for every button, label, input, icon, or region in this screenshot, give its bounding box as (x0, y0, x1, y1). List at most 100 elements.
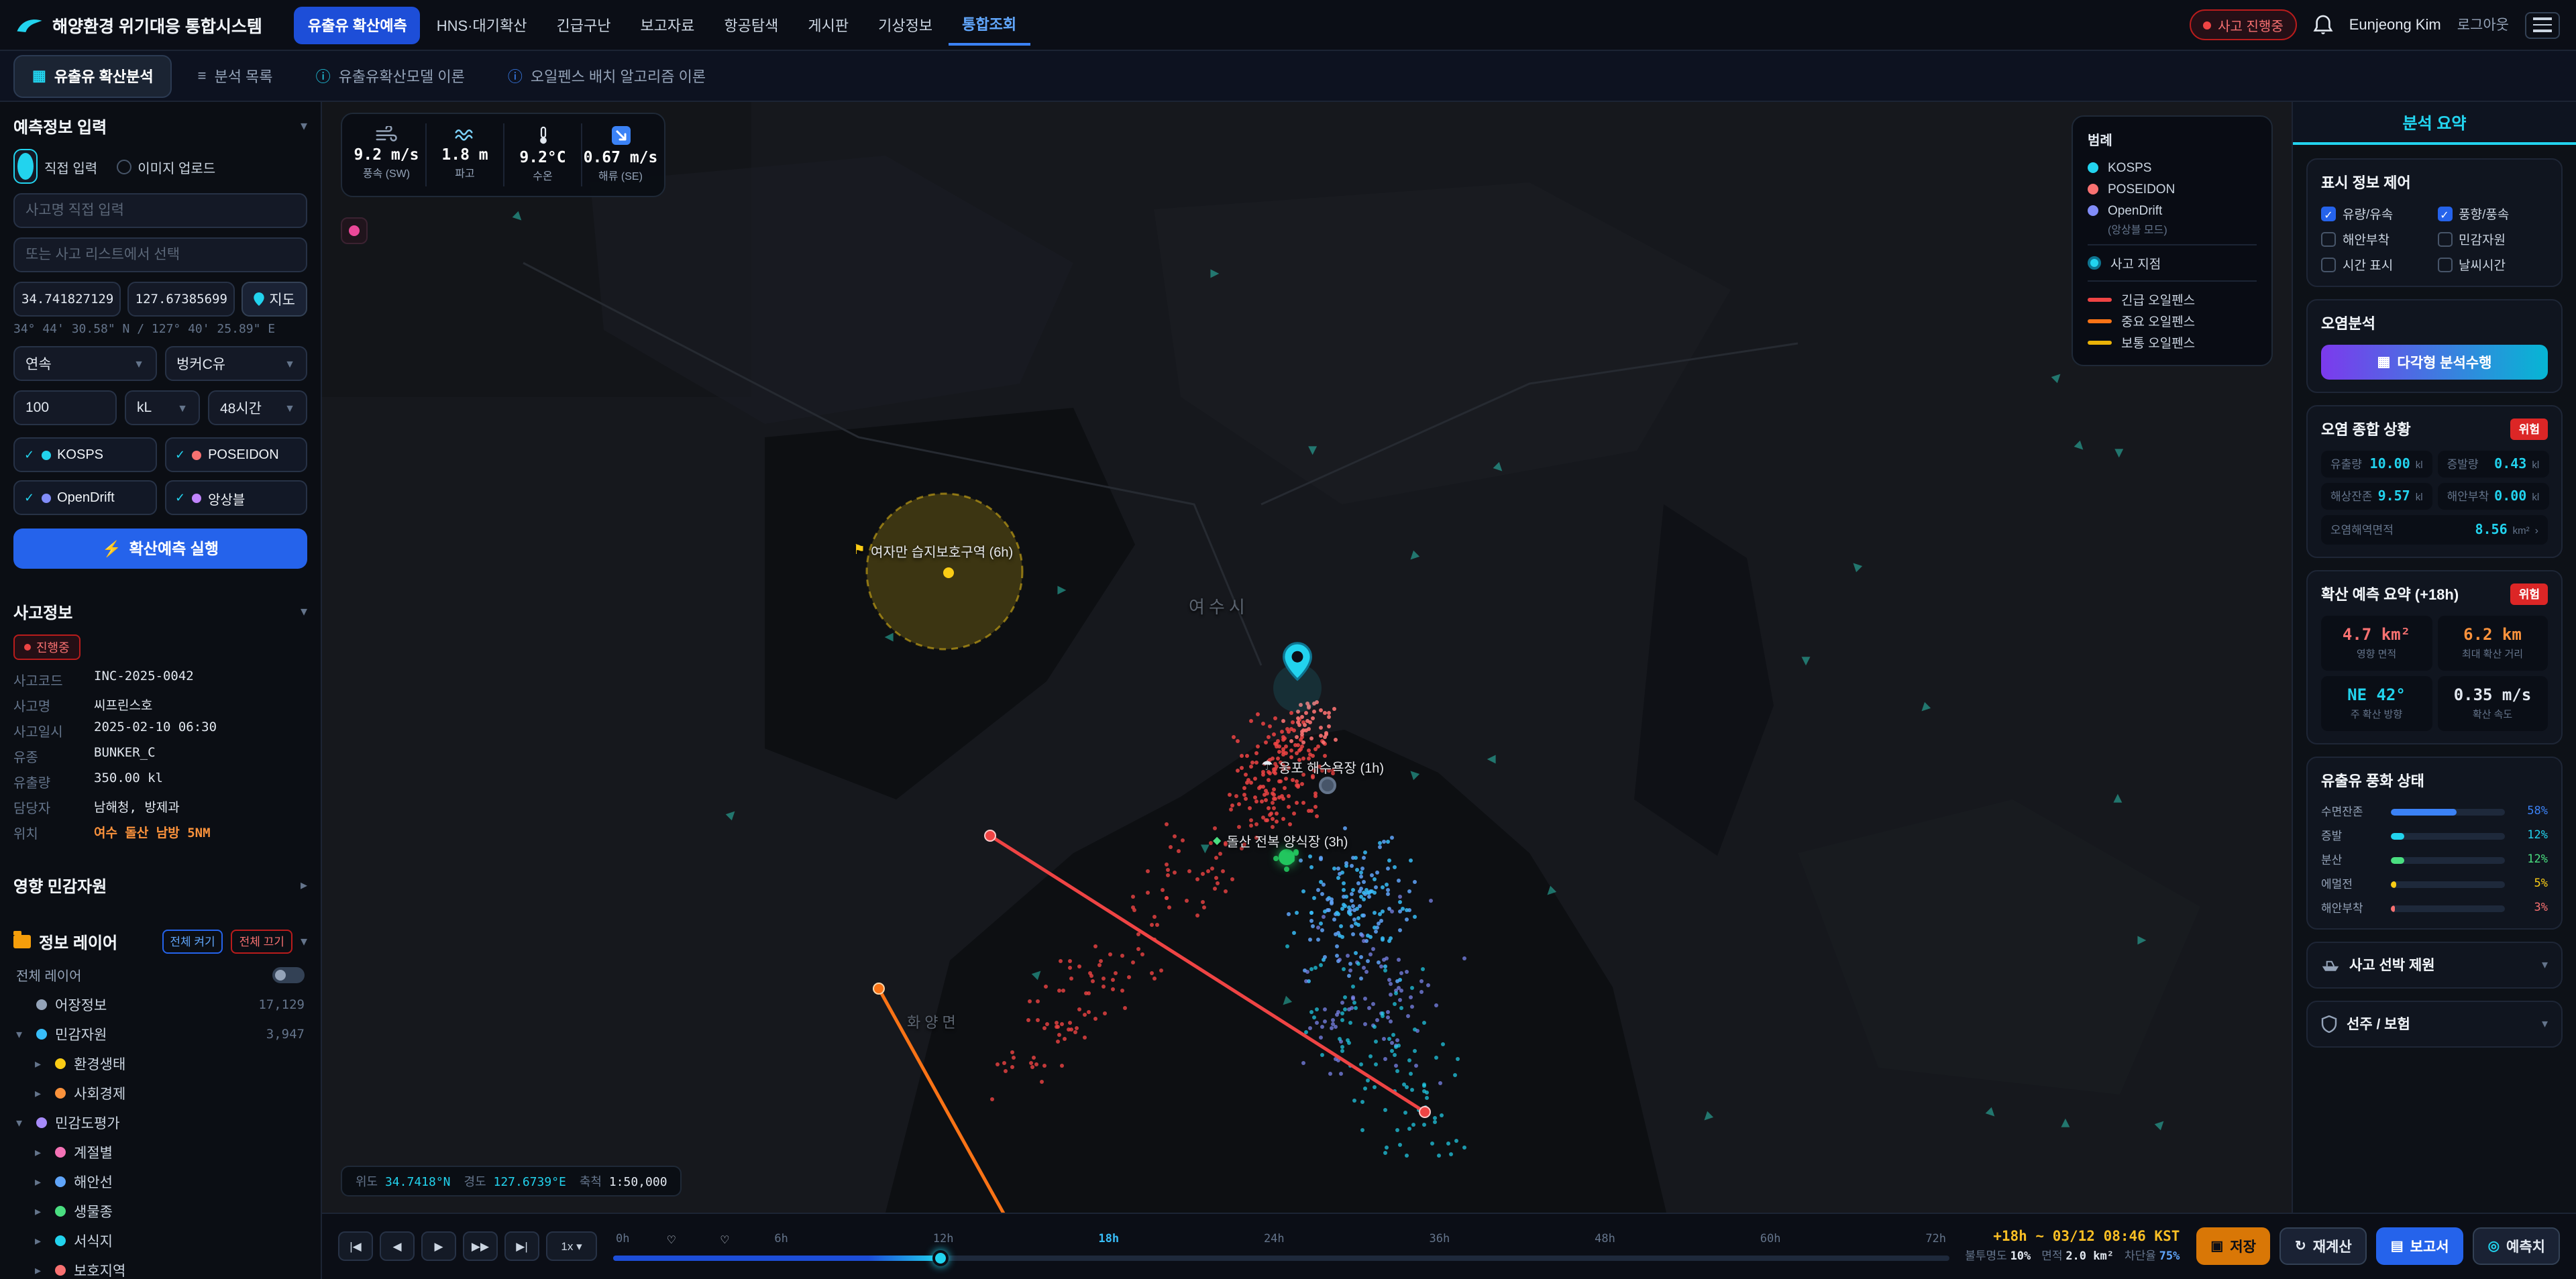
model-toggle-chip[interactable]: ✓ KOSPS (13, 437, 156, 472)
radio-image-upload[interactable]: 이미지 업로드 (116, 149, 215, 184)
chevron-icon[interactable]: ▸ (35, 1056, 47, 1071)
model-toggle-chip[interactable]: ✓ POSEIDON (164, 437, 307, 472)
timeline-tick[interactable]: 48h (1595, 1233, 1615, 1246)
collapse-chevron-icon[interactable]: ▾ (301, 119, 307, 134)
chevron-icon[interactable]: ▸ (35, 1233, 47, 1248)
collapse-chevron-icon[interactable]: ▾ (301, 934, 307, 949)
layer-item[interactable]: ▸ 생물종 (13, 1197, 307, 1226)
pick-on-map-button[interactable]: 지도 (241, 282, 307, 317)
skip-start-button[interactable]: |◀ (338, 1231, 373, 1261)
farm-label[interactable]: ◆ 돌산 전복 양식장 (3h) (1213, 830, 1348, 850)
speed-select[interactable]: 1x ▾ (546, 1231, 597, 1261)
longitude-input[interactable] (127, 282, 235, 317)
prediction-button[interactable]: ◎예측치 (2473, 1227, 2560, 1265)
user-name[interactable]: Eunjeong Kim (2349, 17, 2441, 33)
layer-item[interactable]: ▸ 환경생태 (13, 1049, 307, 1078)
checkbox[interactable] (2321, 257, 2336, 272)
checkbox[interactable] (2437, 206, 2452, 221)
display-option[interactable]: 유량/유속 (2321, 204, 2432, 223)
polygon-analysis-button[interactable]: ▦다각형 분석수행 (2321, 345, 2548, 380)
chevron-icon[interactable]: ▸ (35, 1145, 47, 1160)
tab-item[interactable]: ▦ 유출유 확산분석 (13, 54, 172, 97)
tab-item[interactable]: ⓘ 유출유확산모델 이론 (299, 56, 482, 96)
timeline-tick[interactable]: 60h (1760, 1233, 1781, 1246)
layer-item[interactable]: 어장정보 17,129 (13, 990, 307, 1019)
model-toggle-chip[interactable]: ✓ OpenDrift (13, 480, 156, 515)
collapse-chevron-icon[interactable]: ▾ (2542, 958, 2548, 972)
skip-end-button[interactable]: ▶| (504, 1231, 539, 1261)
chevron-icon[interactable]: ▾ (16, 1027, 28, 1042)
unit-select[interactable]: kL▼ (125, 390, 200, 425)
display-option[interactable]: 시간 표시 (2321, 255, 2432, 274)
slider-thumb[interactable] (932, 1250, 949, 1266)
owner-insurance-card[interactable]: 선주 / 보험 ▾ (2306, 1001, 2563, 1048)
menu-item[interactable]: 항공탐색 (710, 6, 792, 44)
display-option[interactable]: 민감자원 (2437, 229, 2548, 248)
fast-forward-button[interactable]: ▶▶ (463, 1231, 498, 1261)
layer-item[interactable]: ▾ 민감자원 3,947 (13, 1019, 307, 1049)
collapse-chevron-icon[interactable]: ▾ (2542, 1017, 2548, 1032)
chevron-icon[interactable]: ▸ (35, 1174, 47, 1189)
protected-area-label[interactable]: ⚑ 여자만 습지보호구역 (6h) (853, 541, 1013, 561)
tab-analysis-summary[interactable]: 분석 요약 (2293, 102, 2576, 145)
farm-point-marker[interactable] (1279, 849, 1295, 865)
layer-item[interactable]: ▸ 해안선 (13, 1167, 307, 1197)
beach-label[interactable]: ☂ 웅포 해수욕장 (1h) (1261, 757, 1384, 777)
radio-direct-input[interactable]: 직접 입력 (13, 149, 97, 184)
hamburger-menu-icon[interactable] (2525, 11, 2560, 38)
menu-item[interactable]: HNS·대기확산 (423, 6, 541, 44)
master-layer-toggle[interactable] (272, 966, 305, 983)
latitude-input[interactable] (13, 282, 121, 317)
layer-item[interactable]: ▸ 사회경제 (13, 1078, 307, 1108)
chevron-icon[interactable]: ▾ (16, 1115, 28, 1130)
duration-select[interactable]: 48시간▼ (208, 390, 307, 425)
pollution-area-row[interactable]: 오염해역면적 8.56 km² › (2321, 515, 2548, 545)
timeline-slider[interactable]: ♡ ♡ (613, 1252, 1949, 1265)
layer-item[interactable]: ▾ 민감도평가 (13, 1108, 307, 1137)
timeline-tick[interactable]: 0h (616, 1233, 630, 1246)
timeline-tick[interactable]: 18h (1098, 1233, 1119, 1246)
collapse-chevron-icon[interactable]: ▾ (301, 605, 307, 620)
all-layers-on-button[interactable]: 전체 켜기 (162, 930, 223, 954)
affected-resources-section[interactable]: 영향 민감자원 ▸ (13, 875, 307, 897)
menu-item[interactable]: 긴급구난 (543, 6, 624, 44)
tab-item[interactable]: ≡ 분석 목록 (180, 56, 290, 96)
save-button[interactable]: ▣저장 (2196, 1227, 2271, 1265)
map-tool-button[interactable] (341, 217, 368, 244)
map-canvas[interactable]: ▼▼▼▼▼▼▼▼▼▼▼▼▼▼▼▼▼▼▼▼▼▼▼▼▼▼ ⚑ 여자만 습지보호구역 … (322, 102, 2292, 1212)
timeline-tick[interactable]: 36h (1430, 1233, 1450, 1246)
timeline-tick[interactable]: 12h (933, 1233, 954, 1246)
logout-button[interactable]: 로그아웃 (2457, 15, 2509, 35)
incident-location-pin[interactable] (1283, 641, 1312, 688)
event-marker-icon[interactable]: ♡ (720, 1234, 729, 1246)
timeline-tick[interactable]: 6h (774, 1233, 788, 1246)
amount-input[interactable] (13, 390, 117, 425)
model-toggle-chip[interactable]: ✓ 앙상블 (164, 480, 307, 515)
incident-list-input[interactable] (13, 237, 307, 272)
spill-type-select[interactable]: 연속▼ (13, 346, 156, 381)
display-option[interactable]: 해안부착 (2321, 229, 2432, 248)
beach-point-marker[interactable] (1319, 777, 1336, 794)
menu-item[interactable]: 보고자료 (627, 6, 708, 44)
chevron-icon[interactable]: ▸ (35, 1086, 47, 1101)
run-prediction-button[interactable]: ⚡확산예측 실행 (13, 529, 307, 569)
incident-name-input[interactable] (13, 193, 307, 228)
checkbox[interactable] (2321, 231, 2336, 246)
collapse-chevron-icon[interactable]: ▸ (301, 879, 307, 893)
chevron-icon[interactable]: ▸ (35, 1263, 47, 1278)
bell-icon[interactable] (2313, 14, 2333, 36)
checkbox[interactable] (2321, 206, 2336, 221)
menu-item[interactable]: 통합조회 (949, 5, 1030, 45)
display-option[interactable]: 풍향/풍속 (2437, 204, 2548, 223)
menu-item[interactable]: 기상정보 (865, 6, 946, 44)
recalculate-button[interactable]: ↻재계산 (2280, 1227, 2367, 1265)
event-marker-icon[interactable]: ♡ (667, 1234, 676, 1246)
timeline-tick[interactable]: 24h (1264, 1233, 1285, 1246)
layer-item[interactable]: ▸ 서식지 (13, 1226, 307, 1256)
menu-item[interactable]: 게시판 (794, 6, 862, 44)
chevron-icon[interactable]: ▸ (35, 1204, 47, 1219)
all-layers-off-button[interactable]: 전체 끄기 (231, 930, 292, 954)
layer-item[interactable]: ▸ 보호지역 (13, 1256, 307, 1279)
play-button[interactable]: ▶ (421, 1231, 456, 1261)
menu-item[interactable]: 유출유 확산예측 (294, 6, 421, 44)
